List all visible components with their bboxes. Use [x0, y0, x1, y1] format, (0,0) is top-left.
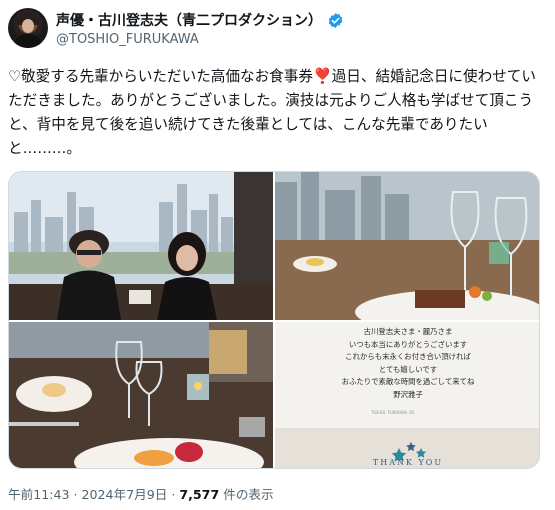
view-count: 7,577: [179, 487, 220, 502]
tweet-text-part-1: ♡敬愛する先輩からいただいた高価なお食事券: [8, 68, 313, 85]
author-handle[interactable]: @TOSHIO_FURUKAWA: [56, 32, 199, 47]
photo-wine-glasses[interactable]: [275, 172, 539, 320]
tweet-text: ♡敬愛する先輩からいただいた高価なお食事券❣️過日、結婚記念日に使わせていただき…: [8, 64, 540, 161]
photo-couple-window[interactable]: [9, 172, 273, 320]
tweet-time[interactable]: 午前11:43: [8, 487, 69, 502]
author-name-row[interactable]: 声優・古川登志夫（青二プロダクション）: [56, 10, 344, 30]
view-count-label: 件の表示: [219, 487, 274, 502]
author-display-name[interactable]: 声優・古川登志夫（青二プロダクション）: [56, 10, 322, 30]
tweet-meta: 午前11:43 · 2024年7月9日 · 7,577 件の表示: [8, 484, 274, 503]
card-message: 古川登志夫さま・麗乃さま いつも本当にありがとうございます これからも末永くお付…: [285, 326, 531, 401]
verified-badge-icon: [327, 12, 344, 29]
card-line-5: おふたりで素敵な時間を過ごして来てね: [341, 377, 475, 386]
media-grid: TOSHIO FURUKAWA 05 古川登志夫さま・麗乃さま いつも本当にあり…: [8, 171, 540, 469]
tweet-header: 声優・古川登志夫（青二プロダクション） @TOSHIO_FURUKAWA: [8, 8, 547, 56]
photo-dessert-table[interactable]: [9, 322, 273, 468]
card-line-1: 古川登志夫さま・麗乃さま: [363, 327, 453, 336]
card-line-2: いつも本当にありがとうございます: [348, 339, 468, 349]
avatar[interactable]: [8, 8, 48, 48]
card-thank-you: THANK YOU: [372, 458, 444, 467]
meta-separator: ·: [69, 487, 82, 502]
svg-text:TOSHIO FURUKAWA 05: TOSHIO FURUKAWA 05: [371, 410, 415, 415]
card-signature: 野沢雅子: [393, 389, 423, 399]
tweet-date[interactable]: 2024年7月9日: [82, 487, 168, 502]
photo-message-card[interactable]: TOSHIO FURUKAWA 05 古川登志夫さま・麗乃さま いつも本当にあり…: [275, 322, 539, 468]
card-line-3: これからも末永くお付き合い頂ければ: [345, 352, 471, 361]
heart-exclamation-emoji: ❣️: [312, 67, 332, 85]
card-line-4: とても嬉しいです: [378, 364, 438, 374]
meta-separator: ·: [167, 487, 180, 502]
